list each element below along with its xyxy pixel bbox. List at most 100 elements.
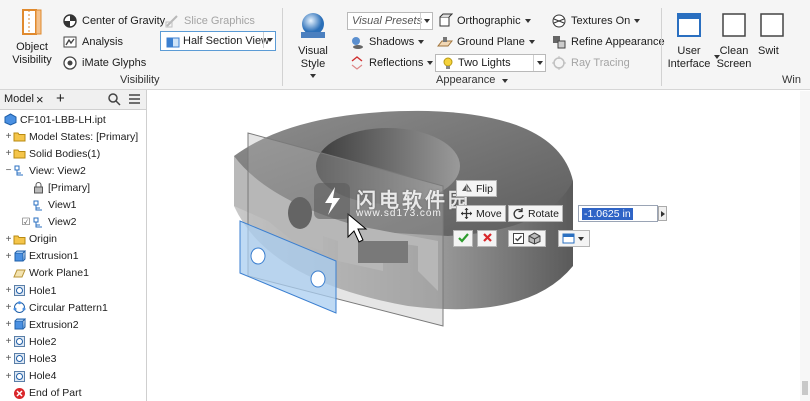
browser-node-label: Hole1 [29, 284, 57, 297]
model-canvas [234, 110, 573, 327]
textures-on-button[interactable]: Textures On [551, 13, 641, 29]
expand-toggle-icon[interactable]: + [4, 319, 13, 330]
expand-toggle-icon[interactable]: + [4, 234, 13, 245]
imate-glyphs-button[interactable]: iMate Glyphs [62, 55, 146, 71]
browser-node-hole1[interactable]: + Hole1 [4, 282, 57, 299]
cancel-button[interactable] [477, 230, 497, 247]
cancel-x-icon [481, 231, 494, 247]
expand-toggle-icon[interactable]: + [4, 285, 13, 296]
visual-presets-dropdown[interactable]: Visual Presets [347, 12, 433, 30]
expand-toggle-icon[interactable]: + [4, 148, 13, 159]
browser-node-extrusion1[interactable]: + Extrusion1 [4, 248, 79, 265]
options-button[interactable] [508, 230, 546, 247]
reflections-button[interactable]: Reflections [349, 55, 434, 71]
expand-toggle-icon[interactable]: + [4, 336, 13, 347]
chevron-right-icon [660, 210, 665, 217]
browser-node-view1[interactable]: View1 [20, 197, 76, 214]
offset-value-input[interactable]: -1.0625 in [578, 205, 658, 222]
browser-node-origin[interactable]: + Origin [4, 231, 57, 248]
analysis-button[interactable]: Analysis [62, 34, 123, 50]
flip-button[interactable]: Flip [456, 180, 497, 197]
clean-screen-icon [718, 10, 750, 42]
expand-arrow-button[interactable] [658, 206, 667, 221]
center-of-gravity-button[interactable]: Center of Gravity [62, 13, 165, 29]
cube-icon [528, 232, 541, 245]
offset-value-text: -1.0625 in [582, 207, 633, 220]
ok-button[interactable] [453, 230, 473, 247]
browser-tab-bar: Model × + [0, 90, 146, 110]
rotate-button[interactable]: Rotate [508, 205, 563, 222]
add-tab-icon[interactable]: + [56, 90, 65, 107]
expand-toggle-icon[interactable]: + [4, 353, 13, 364]
vertical-scrollbar[interactable] [800, 91, 810, 401]
reflections-icon [349, 55, 365, 71]
expand-toggle-icon[interactable]: + [4, 371, 13, 382]
browser-node-label: [Primary] [48, 181, 90, 194]
appearance-label-text: Appearance [436, 74, 496, 86]
browser-node-hole3[interactable]: + Hole3 [4, 350, 57, 367]
close-icon[interactable]: × [36, 92, 44, 107]
visual-style-icon [297, 10, 329, 42]
tab-model[interactable]: Model [4, 93, 34, 105]
watermark-url: www.sd173.com [356, 208, 442, 219]
center-of-gravity-icon [62, 13, 78, 29]
browser-node-label: End of Part [29, 387, 82, 400]
ray-tracing-icon [551, 55, 567, 71]
browser-node-primary[interactable]: [Primary] [20, 179, 90, 196]
menu-icon[interactable] [128, 93, 141, 108]
panel-separator [661, 8, 662, 86]
switch-window-button[interactable]: Swit [758, 10, 798, 58]
browser-node-label: Hole3 [29, 352, 57, 365]
half-section-view-dropdown[interactable]: Half Section View [160, 31, 276, 51]
ground-plane-label: Ground Plane [457, 36, 525, 48]
graphics-viewport[interactable]: 闪电软件园 www.sd173.com Flip Move Rotate -1.… [148, 91, 800, 401]
move-button[interactable]: Move [456, 205, 506, 222]
browser-node-extrusion2[interactable]: + Extrusion2 [4, 316, 79, 333]
browser-node-hole2[interactable]: + Hole2 [4, 333, 57, 350]
flip-label: Flip [476, 182, 493, 195]
half-section-view-label: Half Section View [183, 35, 270, 47]
clean-screen-button[interactable]: Clean Screen [714, 10, 754, 71]
checkbox-icon: ☑ [21, 216, 31, 228]
search-icon[interactable] [107, 92, 121, 109]
lighting-dropdown[interactable]: Two Lights [435, 54, 546, 72]
browser-node-hole4[interactable]: + Hole4 [4, 368, 57, 385]
expand-toggle-icon[interactable]: + [4, 251, 13, 262]
browser-node-model-states-primary[interactable]: + Model States: [Primary] [4, 128, 139, 145]
display-options-button[interactable] [558, 230, 590, 247]
user-interface-button[interactable]: User Interface [666, 10, 712, 71]
browser-node-label: View: View2 [29, 164, 86, 177]
checkmark-icon [457, 231, 470, 247]
refine-appearance-button[interactable]: Refine Appearance [551, 34, 665, 50]
move-icon [460, 207, 473, 220]
visual-style-button[interactable]: Visual Style [286, 10, 340, 78]
browser-node-circular-pattern1[interactable]: + Circular Pattern1 [4, 299, 108, 316]
shadows-button[interactable]: Shadows [349, 34, 425, 50]
slice-graphics-button[interactable]: Slice Graphics [164, 13, 255, 29]
browser-node-work-plane1[interactable]: Work Plane1 [4, 265, 89, 282]
browser-node-label: Origin [29, 233, 58, 246]
expand-toggle-icon[interactable]: + [4, 131, 13, 142]
browser-node-cf101-lbb-lh-ipt[interactable]: CF101-LBB-LH.ipt [4, 111, 106, 128]
switch-window-icon [758, 10, 790, 42]
orthographic-icon [437, 13, 453, 29]
switch-window-label: Swit [758, 45, 779, 57]
browser-node-view-view2[interactable]: − View: View2 [4, 162, 86, 179]
scrollbar-thumb[interactable] [802, 381, 808, 395]
browser-node-view2[interactable]: ☑ View2 [20, 214, 77, 231]
object-visibility-button[interactable]: Object Visibility [6, 6, 58, 67]
analysis-icon [62, 34, 78, 50]
refine-appearance-icon [551, 34, 567, 50]
orthographic-button[interactable]: Orthographic [437, 13, 531, 29]
browser-node-end-of-part[interactable]: End of Part [4, 385, 82, 401]
ground-plane-button[interactable]: Ground Plane [437, 34, 535, 50]
visual-presets-label: Visual Presets [352, 15, 423, 27]
browser-node-label: Extrusion2 [29, 318, 79, 331]
imate-glyphs-icon [62, 55, 78, 71]
browser-node-solid-bodies-1[interactable]: + Solid Bodies(1) [4, 145, 101, 162]
ray-tracing-button[interactable]: Ray Tracing [551, 55, 630, 71]
slice-graphics-icon [164, 13, 180, 29]
browser-node-label: Extrusion1 [29, 250, 79, 263]
expand-toggle-icon[interactable]: + [4, 302, 13, 313]
expand-toggle-icon[interactable]: − [4, 165, 13, 176]
